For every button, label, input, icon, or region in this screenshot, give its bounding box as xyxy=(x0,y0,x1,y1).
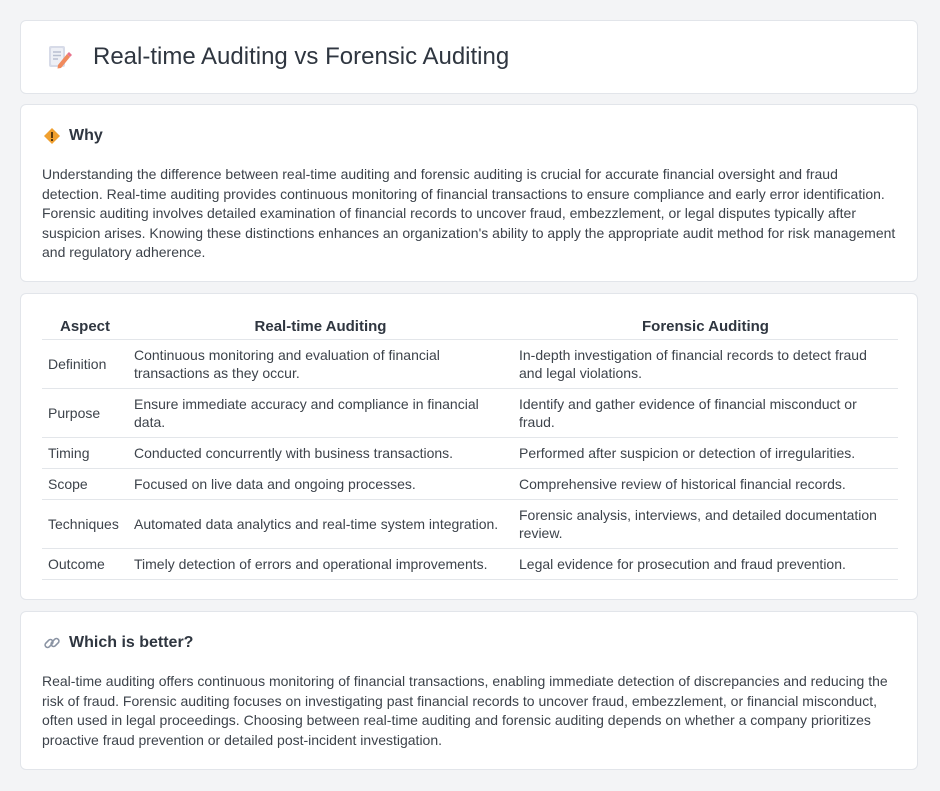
better-heading: Which is better? xyxy=(69,634,194,651)
row-realtime: Timely detection of errors and operation… xyxy=(128,548,513,580)
header-card: Real-time Auditing vs Forensic Auditing xyxy=(20,20,918,94)
row-forensic: In-depth investigation of financial reco… xyxy=(513,339,898,389)
row-realtime: Continuous monitoring and evaluation of … xyxy=(128,339,513,389)
table-header-row: Aspect Real-time Auditing Forensic Audit… xyxy=(42,314,898,340)
title-row: Real-time Auditing vs Forensic Auditing xyxy=(45,43,509,71)
table-row: Scope Focused on live data and ongoing p… xyxy=(42,468,898,500)
row-realtime: Ensure immediate accuracy and compliance… xyxy=(128,388,513,438)
row-forensic: Comprehensive review of historical finan… xyxy=(513,468,898,500)
table-row: Techniques Automated data analytics and … xyxy=(42,499,898,549)
why-heading-row: Why xyxy=(43,127,103,145)
row-aspect: Outcome xyxy=(42,548,128,580)
document-pencil-icon xyxy=(49,46,72,69)
header-realtime: Real-time Auditing xyxy=(128,314,513,340)
header-forensic: Forensic Auditing xyxy=(513,314,898,340)
row-forensic: Performed after suspicion or detection o… xyxy=(513,437,898,469)
link-icon xyxy=(44,637,60,649)
why-section: Why Understanding the difference between… xyxy=(20,104,918,282)
table-row: Outcome Timely detection of errors and o… xyxy=(42,548,898,580)
row-forensic: Forensic analysis, interviews, and detai… xyxy=(513,499,898,549)
which-better-section: Which is better? Real-time auditing offe… xyxy=(20,611,918,770)
why-text: Understanding the difference between rea… xyxy=(42,166,896,260)
table-row: Definition Continuous monitoring and eva… xyxy=(42,339,898,389)
better-text: Real-time auditing offers continuous mon… xyxy=(42,673,888,748)
row-aspect: Scope xyxy=(42,468,128,500)
row-realtime: Automated data analytics and real-time s… xyxy=(128,499,513,549)
table-row: Purpose Ensure immediate accuracy and co… xyxy=(42,388,898,438)
diamond-warning-icon xyxy=(44,128,60,144)
row-forensic: Identify and gather evidence of financia… xyxy=(513,388,898,438)
comparison-table: Aspect Real-time Auditing Forensic Audit… xyxy=(42,314,898,580)
page-title: Real-time Auditing vs Forensic Auditing xyxy=(93,43,510,70)
row-aspect: Timing xyxy=(42,437,128,469)
why-heading: Why xyxy=(69,127,103,144)
better-heading-row: Which is better? xyxy=(43,634,193,652)
row-aspect: Purpose xyxy=(42,388,128,438)
row-realtime: Focused on live data and ongoing process… xyxy=(128,468,513,500)
row-realtime: Conducted concurrently with business tra… xyxy=(128,437,513,469)
comparison-table-card: Aspect Real-time Auditing Forensic Audit… xyxy=(20,293,918,600)
row-aspect: Techniques xyxy=(42,499,128,549)
row-forensic: Legal evidence for prosecution and fraud… xyxy=(513,548,898,580)
header-aspect: Aspect xyxy=(42,314,128,340)
row-aspect: Definition xyxy=(42,339,128,389)
table-row: Timing Conducted concurrently with busin… xyxy=(42,437,898,469)
